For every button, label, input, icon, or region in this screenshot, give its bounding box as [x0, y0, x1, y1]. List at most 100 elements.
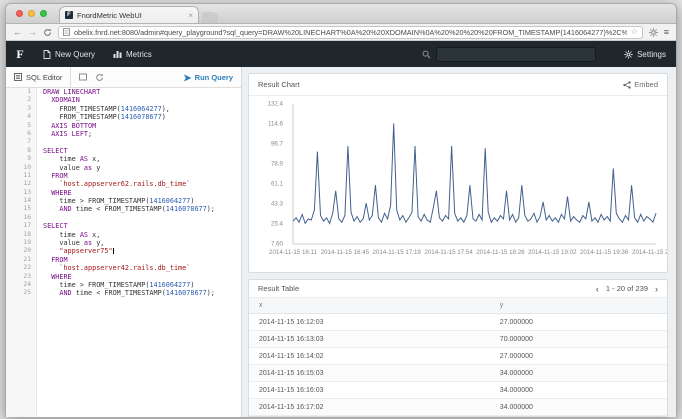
y-axis-tick: 61.1 [249, 181, 283, 188]
code-line[interactable]: 6 AXIS LEFT; [6, 130, 241, 138]
refresh-icon[interactable] [95, 73, 104, 82]
back-icon[interactable]: ← [13, 28, 22, 37]
nav-new-query-button[interactable]: New Query [34, 41, 104, 67]
code-line[interactable]: 7 [6, 138, 241, 146]
expand-icon[interactable] [79, 73, 87, 81]
code-line[interactable]: 25 AND time < FROM_TIMESTAMP(1416078677)… [6, 289, 241, 297]
bookmark-star-icon[interactable]: ☆ [631, 28, 638, 36]
line-chart[interactable]: 132.4114.696.778.961.143.325.47.602014-1… [249, 96, 667, 272]
code-line[interactable]: 14 time > FROM_TIMESTAMP(1416064277) [6, 197, 241, 205]
line-number: 16 [6, 214, 36, 222]
browser-tab[interactable]: F FnordMetric WebUI × [59, 6, 199, 23]
window-zoom-button[interactable] [40, 10, 47, 17]
chart-series-line [293, 124, 656, 224]
code-text: SELECT [36, 147, 68, 155]
code-line[interactable]: 21 FROM [6, 256, 241, 264]
share-icon [623, 81, 631, 89]
code-line[interactable]: 20 "appserver75" [6, 247, 241, 255]
code-line[interactable]: 4 FROM_TIMESTAMP(1416078677) [6, 113, 241, 121]
y-axis-tick: 114.6 [249, 121, 283, 128]
code-line[interactable]: 13 WHERE [6, 189, 241, 197]
line-number: 6 [6, 130, 36, 138]
code-text: time AS x, [36, 155, 100, 163]
nav-settings-button[interactable]: Settings [624, 50, 666, 59]
cell-y: 34.000000 [500, 387, 667, 394]
reload-icon[interactable] [43, 28, 52, 37]
code-line[interactable]: 24 time > FROM_TIMESTAMP(1416064277) [6, 281, 241, 289]
code-line[interactable]: 16 [6, 214, 241, 222]
code-line[interactable]: 23 WHERE [6, 273, 241, 281]
page-next-icon[interactable]: › [655, 284, 658, 294]
code-text: value as y, [36, 239, 104, 247]
y-axis-tick: 43.3 [249, 201, 283, 208]
code-line[interactable]: 17SELECT [6, 222, 241, 230]
embed-button[interactable]: Embed [623, 80, 658, 89]
nav-metrics-label: Metrics [126, 50, 152, 59]
nav-new-query-label: New Query [55, 50, 95, 59]
result-table-header: Result Table ‹ 1 - 20 of 239 › [249, 280, 667, 298]
x-axis-tick: 2014-11-15 16:11 [269, 249, 317, 256]
window-close-button[interactable] [16, 10, 23, 17]
search-input[interactable] [436, 47, 596, 62]
code-line[interactable]: 3 FROM_TIMESTAMP(1416064277), [6, 105, 241, 113]
app-logo[interactable]: F [6, 47, 34, 62]
code-line[interactable]: 15 AND time < FROM_TIMESTAMP(1416078677)… [6, 205, 241, 213]
line-number: 17 [6, 222, 36, 230]
run-query-button[interactable]: Run Query [183, 73, 233, 82]
sql-editor-tab-label: SQL Editor [26, 73, 62, 82]
code-line[interactable]: 8SELECT [6, 147, 241, 155]
tab-sql-editor[interactable]: SQL Editor [6, 67, 71, 87]
code-text [36, 214, 43, 222]
new-tab-button[interactable] [202, 12, 218, 23]
editor-header: SQL Editor Run Query [6, 67, 241, 88]
code-line[interactable]: 19 value as y, [6, 239, 241, 247]
window-minimize-button[interactable] [28, 10, 35, 17]
line-number: 10 [6, 164, 36, 172]
x-axis-tick: 2014-11-15 19:36 [580, 249, 628, 256]
code-line[interactable]: 18 time AS x, [6, 231, 241, 239]
code-text: FROM_TIMESTAMP(1416064277), [36, 105, 170, 113]
code-line[interactable]: 10 value as y [6, 164, 241, 172]
table-row[interactable]: 2014-11-15 16:13:0370.000000 [249, 331, 667, 348]
line-number: 14 [6, 197, 36, 205]
table-row[interactable]: 2014-11-15 16:12:0327.000000 [249, 314, 667, 331]
result-chart-title: Result Chart [258, 80, 300, 89]
nav-metrics-button[interactable]: Metrics [104, 41, 161, 67]
table-row[interactable]: 2014-11-15 16:17:0234.000000 [249, 399, 667, 416]
text-cursor [113, 248, 114, 255]
code-editor[interactable]: 1DRAW LINECHART2 XDOMAIN3 FROM_TIMESTAMP… [6, 88, 241, 417]
tab-close-icon[interactable]: × [188, 11, 193, 20]
table-row[interactable]: 2014-11-15 16:14:0227.000000 [249, 348, 667, 365]
code-line[interactable]: 11 FROM [6, 172, 241, 180]
code-text: "appserver75" [36, 247, 114, 255]
code-text: time AS x, [36, 231, 100, 239]
run-icon [183, 73, 192, 82]
y-axis-tick: 132.4 [249, 101, 283, 108]
forward-icon[interactable]: → [28, 28, 37, 37]
sql-editor-panel: SQL Editor Run Query 1DRAW [6, 67, 242, 417]
cell-x: 2014-11-15 16:12:03 [249, 319, 500, 326]
x-axis-tick: 2014-11-15 16:45 [321, 249, 369, 256]
browser-settings-gear-icon[interactable] [649, 28, 658, 37]
page-prev-icon[interactable]: ‹ [596, 284, 599, 294]
line-number: 9 [6, 155, 36, 163]
code-line[interactable]: 1DRAW LINECHART [6, 88, 241, 96]
url-bar[interactable]: obelix.fnrd.net:8080/admin#query_playgro… [58, 26, 643, 39]
code-line[interactable]: 22 `host.appserver42.rails.db_time` [6, 264, 241, 272]
editor-toolbar-icons [79, 73, 104, 82]
code-line[interactable]: 9 time AS x, [6, 155, 241, 163]
code-line[interactable]: 2 XDOMAIN [6, 96, 241, 104]
code-line[interactable]: 12 `host.appserver62.rails.db_time` [6, 180, 241, 188]
line-number: 13 [6, 189, 36, 197]
code-line[interactable]: 5 AXIS BOTTOM [6, 122, 241, 130]
line-number: 25 [6, 289, 36, 297]
result-chart-card: Result Chart Embed 132.4114.696.778.961.… [248, 73, 668, 273]
cell-x: 2014-11-15 16:15:03 [249, 370, 500, 377]
line-number: 22 [6, 264, 36, 272]
line-number: 11 [6, 172, 36, 180]
line-number: 15 [6, 205, 36, 213]
code-text: DRAW LINECHART [36, 88, 100, 96]
table-row[interactable]: 2014-11-15 16:16:0334.000000 [249, 382, 667, 399]
table-row[interactable]: 2014-11-15 16:15:0334.000000 [249, 365, 667, 382]
browser-menu-icon[interactable]: ≡ [664, 28, 669, 37]
